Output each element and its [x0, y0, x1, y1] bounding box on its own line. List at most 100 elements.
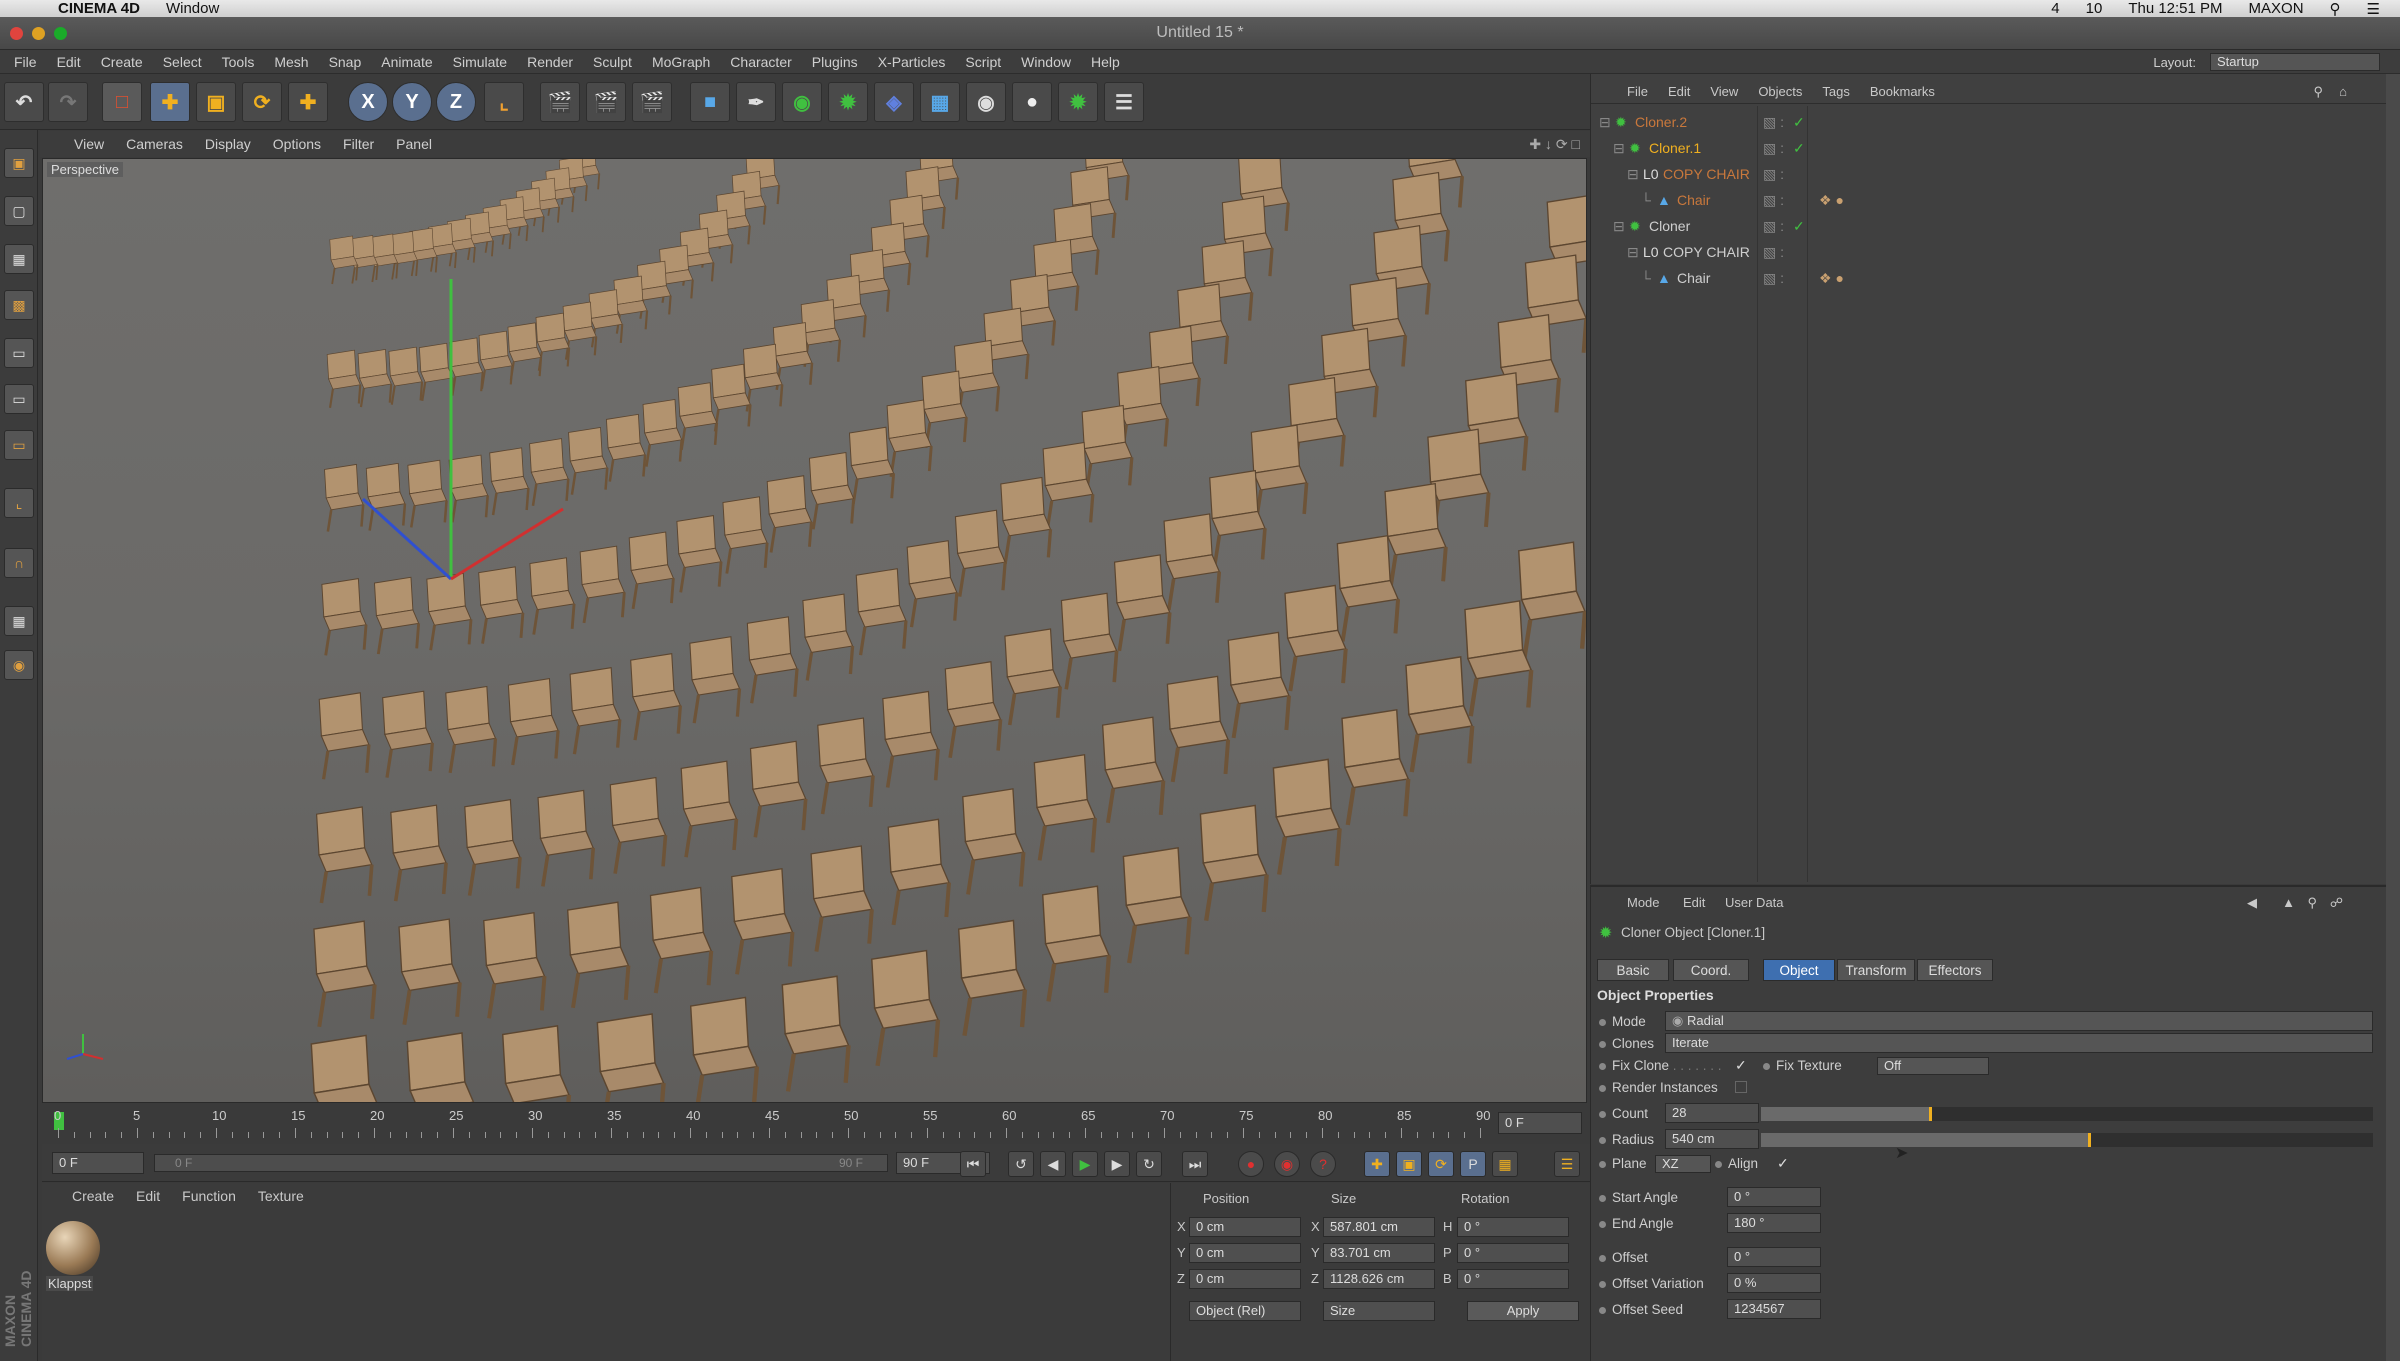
viewport-menu-display[interactable]: Display	[205, 136, 251, 152]
radius-slider[interactable]	[1761, 1133, 2373, 1147]
fold-toggle-icon[interactable]: ⊟	[1627, 240, 1639, 264]
previous-key-icon[interactable]: ↺	[1008, 1151, 1034, 1177]
apply-button[interactable]: Apply	[1467, 1301, 1579, 1321]
enabled-check-icon[interactable]: ✓	[1793, 110, 1805, 134]
object-row[interactable]: ⊟ ✹ Cloner.2 ▧ : ✓	[1591, 110, 2387, 134]
menu-file[interactable]: File	[14, 54, 37, 70]
om-home-icon[interactable]: ⌂	[2339, 84, 2347, 99]
key-position-icon[interactable]: ✚	[1364, 1151, 1390, 1177]
size-y-field[interactable]: 83.701 cm	[1323, 1243, 1435, 1263]
menu-snap[interactable]: Snap	[329, 54, 362, 70]
offset-seed-dot[interactable]	[1599, 1306, 1606, 1314]
autokey-icon[interactable]: ◉	[1274, 1151, 1300, 1177]
move-icon[interactable]: ✚	[150, 82, 190, 122]
material-menu-texture[interactable]: Texture	[258, 1188, 304, 1204]
user-name[interactable]: MAXON	[2249, 0, 2304, 17]
material-menu-edit[interactable]: Edit	[136, 1188, 160, 1204]
play-icon[interactable]: ▶	[1072, 1151, 1098, 1177]
object-row[interactable]: ⊟ ✹ Cloner ▧ : ✓	[1591, 214, 2387, 238]
material-swatch[interactable]	[46, 1221, 100, 1275]
tab-effectors[interactable]: Effectors	[1917, 959, 1993, 981]
visibility-icon[interactable]: ▧ :	[1763, 162, 1784, 186]
om-menu-view[interactable]: View	[1710, 84, 1738, 99]
snap-icon[interactable]: ∩	[4, 548, 34, 578]
solo-icon[interactable]: ◉	[4, 650, 34, 680]
render-instances-checkbox[interactable]	[1735, 1081, 1747, 1093]
fold-toggle-icon[interactable]: ⊟	[1627, 162, 1639, 186]
menu-create[interactable]: Create	[101, 54, 143, 70]
up-arrow-icon[interactable]: ▲	[2282, 895, 2295, 910]
back-arrow-icon[interactable]: ◀	[2247, 895, 2257, 911]
next-key-icon[interactable]: ↻	[1136, 1151, 1162, 1177]
timeline-settings-icon[interactable]: ☰	[1554, 1151, 1580, 1177]
object-row[interactable]: ⊟ L0 COPY CHAIR ▧ :	[1591, 162, 2387, 186]
key-scale-icon[interactable]: ▣	[1396, 1151, 1422, 1177]
fix-texture-dot[interactable]	[1763, 1062, 1770, 1070]
material-name[interactable]: Klappst	[46, 1276, 94, 1291]
count-field[interactable]: 28	[1665, 1103, 1759, 1123]
menu-mesh[interactable]: Mesh	[274, 54, 308, 70]
camera-icon[interactable]: ◉	[966, 82, 1006, 122]
viewport-menu-options[interactable]: Options	[273, 136, 321, 152]
current-frame-field[interactable]: 0 F	[1498, 1112, 1582, 1134]
render-instances-dot[interactable]	[1599, 1084, 1606, 1092]
live-select-icon[interactable]: □	[102, 82, 142, 122]
object-row[interactable]: └ ▲ Chair ▧ : ❖ ●	[1591, 266, 2387, 290]
light-icon[interactable]: ●	[1012, 82, 1052, 122]
mode-dot[interactable]	[1599, 1018, 1606, 1026]
workplane-icon[interactable]: ▩	[4, 290, 34, 320]
visibility-icon[interactable]: ▧ :	[1763, 188, 1784, 212]
attr-menu-edit[interactable]: Edit	[1683, 895, 1705, 910]
om-menu-objects[interactable]: Objects	[1758, 84, 1802, 99]
range-slider[interactable]: 0 F 90 F	[154, 1154, 888, 1172]
pen-spline-icon[interactable]: ✒	[736, 82, 776, 122]
recent-tool-icon[interactable]: ✚	[288, 82, 328, 122]
menu-window[interactable]: Window	[1021, 54, 1071, 70]
fix-texture-dropdown[interactable]: Off	[1877, 1057, 1989, 1075]
object-row[interactable]: └ ▲ Chair ▧ : ❖ ●	[1591, 188, 2387, 212]
pos-y-field[interactable]: 0 cm	[1189, 1243, 1301, 1263]
x-axis-icon[interactable]: X	[348, 82, 388, 122]
om-menu-tags[interactable]: Tags	[1822, 84, 1849, 99]
redo-icon[interactable]: ↷	[48, 82, 88, 122]
count-dot[interactable]	[1599, 1110, 1606, 1118]
cloner-icon[interactable]: ✹	[828, 82, 868, 122]
menu-character[interactable]: Character	[730, 54, 791, 70]
render-view-icon[interactable]: 🎬	[540, 82, 580, 122]
visibility-icon[interactable]: ▧ :	[1763, 266, 1784, 290]
om-menu-bookmarks[interactable]: Bookmarks	[1870, 84, 1935, 99]
fold-toggle-icon[interactable]: ⊟	[1613, 136, 1625, 160]
next-frame-icon[interactable]: ▶	[1104, 1151, 1130, 1177]
menu-mograph[interactable]: MoGraph	[652, 54, 710, 70]
undo-icon[interactable]: ↶	[4, 82, 44, 122]
material-menu-create[interactable]: Create	[72, 1188, 114, 1204]
menu-tools[interactable]: Tools	[222, 54, 255, 70]
subdivision-surface-icon[interactable]: ◉	[782, 82, 822, 122]
scale-icon[interactable]: ▣	[196, 82, 236, 122]
menu-simulate[interactable]: Simulate	[453, 54, 507, 70]
key-parameter-icon[interactable]: P	[1460, 1151, 1486, 1177]
offset-field[interactable]: 0 °	[1727, 1247, 1821, 1267]
enabled-check-icon[interactable]: ✓	[1793, 136, 1805, 160]
radius-field[interactable]: 540 cm	[1665, 1129, 1759, 1149]
plane-dropdown[interactable]: XZ	[1655, 1155, 1711, 1173]
fix-clone-dot[interactable]	[1599, 1062, 1606, 1070]
menu-sculpt[interactable]: Sculpt	[593, 54, 632, 70]
offset-seed-field[interactable]: 1234567	[1727, 1299, 1821, 1319]
menu-help[interactable]: Help	[1091, 54, 1120, 70]
go-to-start-icon[interactable]: ⏮	[960, 1151, 986, 1177]
object-row[interactable]: ⊟ ✹ Cloner.1 ▧ : ✓	[1591, 136, 2387, 160]
rot-b-field[interactable]: 0 °	[1457, 1269, 1569, 1289]
align-checkbox[interactable]: ✓	[1777, 1155, 1789, 1172]
clones-dot[interactable]	[1599, 1040, 1606, 1048]
layout-dropdown[interactable]: Startup	[2210, 53, 2380, 71]
menu-edit[interactable]: Edit	[57, 54, 81, 70]
spotlight-icon[interactable]: ⚲	[2330, 0, 2341, 18]
render-picture-viewer-icon[interactable]: 🎬	[586, 82, 626, 122]
clones-dropdown[interactable]: Iterate	[1665, 1033, 2373, 1053]
om-menu-edit[interactable]: Edit	[1668, 84, 1690, 99]
cube-icon[interactable]: ■	[690, 82, 730, 122]
material-menu-function[interactable]: Function	[182, 1188, 236, 1204]
attr-search-icon[interactable]: ⚲	[2307, 895, 2317, 911]
end-angle-dot[interactable]	[1599, 1220, 1606, 1228]
